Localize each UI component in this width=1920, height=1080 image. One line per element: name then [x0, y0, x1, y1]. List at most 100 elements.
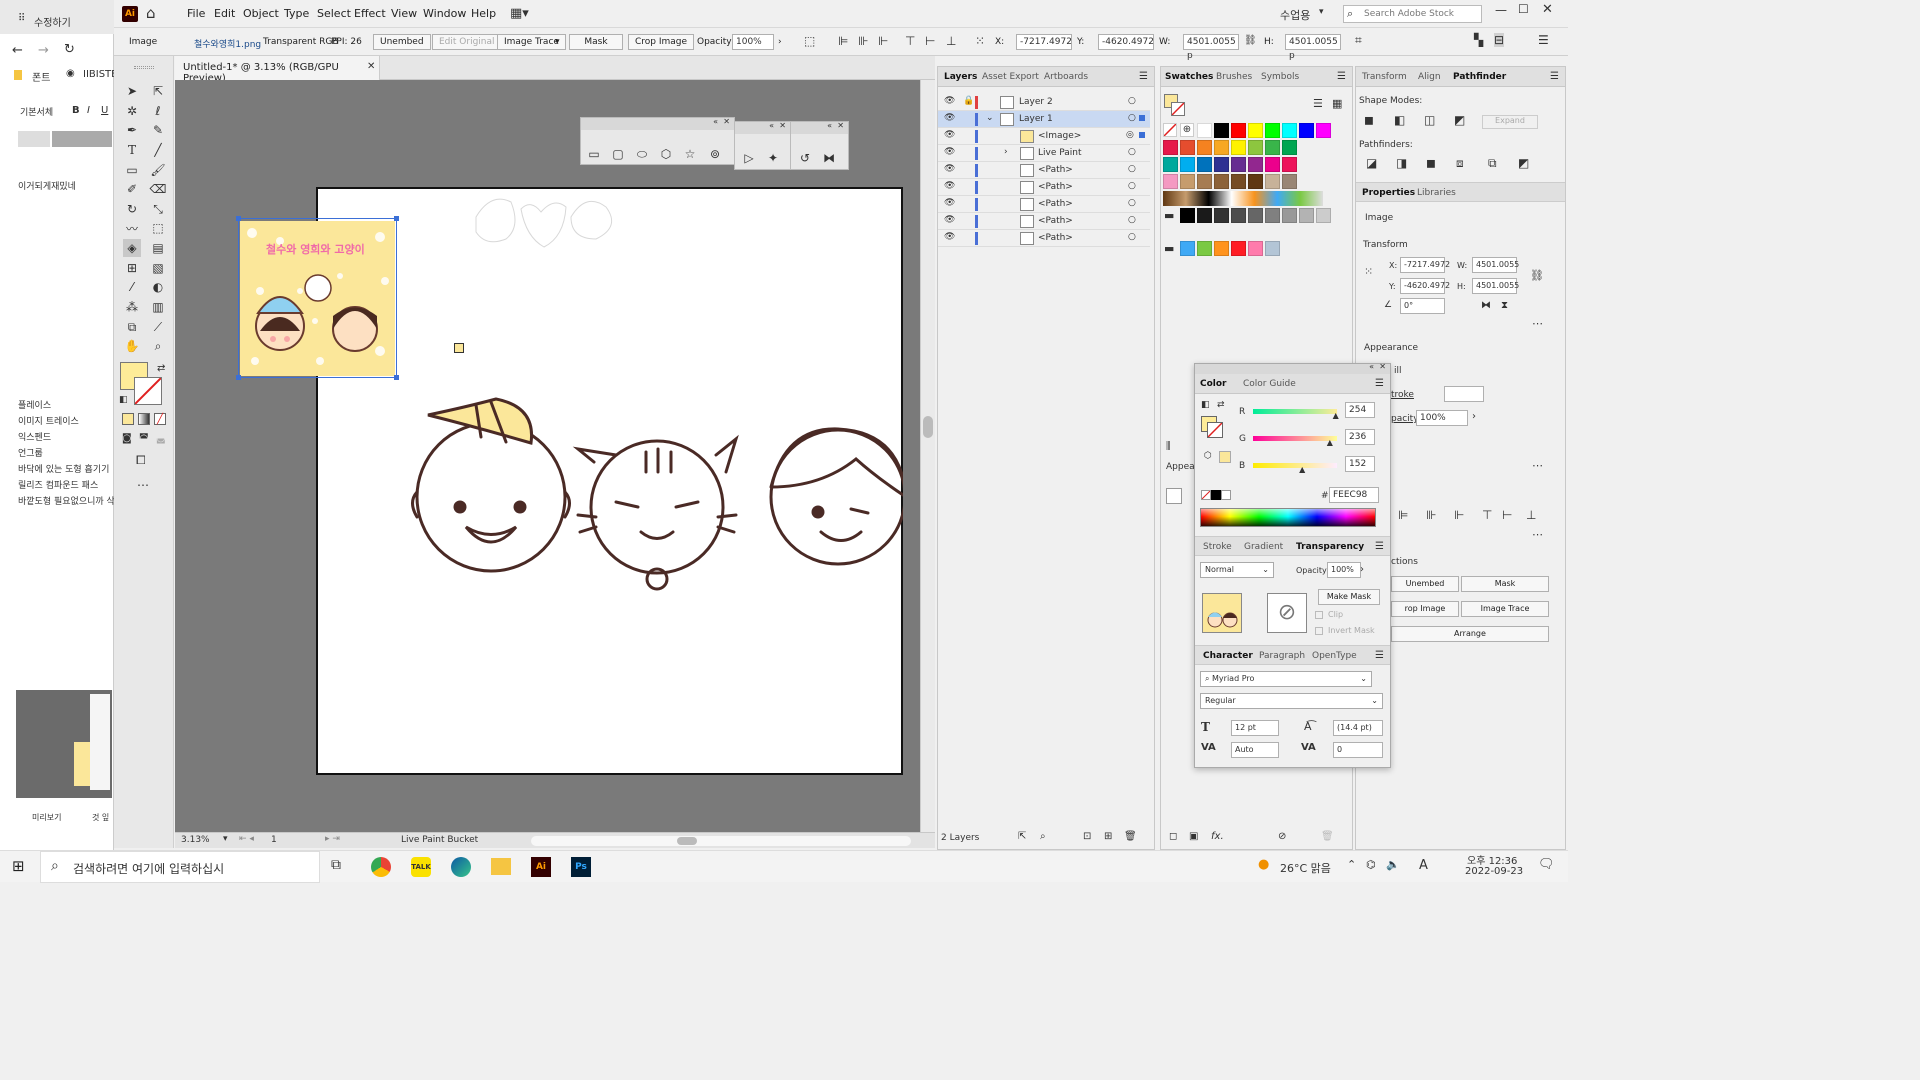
gradient-mode-icon[interactable] — [138, 413, 150, 425]
gray-swatch[interactable] — [1299, 208, 1314, 223]
shaper-tool-icon[interactable]: ✐ — [123, 180, 141, 198]
direct-selection-tool-icon[interactable]: ▷ — [740, 149, 758, 167]
more-options-icon[interactable]: ⋯ — [1532, 459, 1543, 472]
unembed-button[interactable]: Unembed — [1391, 576, 1459, 592]
link-proportions-icon[interactable]: ⛓ — [1244, 35, 1257, 46]
list-view-icon[interactable]: ☰ — [1313, 97, 1323, 110]
outline-icon[interactable]: ⧉ — [1488, 156, 1497, 171]
swatch-none[interactable] — [1163, 123, 1177, 137]
line-tool-icon[interactable]: ╱ — [149, 141, 167, 159]
color-swatch[interactable] — [1180, 241, 1195, 256]
align-center-icon[interactable]: ⊪ — [1426, 508, 1436, 522]
hex-field[interactable]: FEEC98 — [1329, 487, 1379, 503]
color-swatch[interactable] — [1214, 241, 1229, 256]
link-proportions-icon[interactable]: ⛓ — [1530, 269, 1544, 282]
color-swatch[interactable] — [1265, 140, 1280, 155]
color-swatch[interactable] — [1163, 140, 1178, 155]
layer-row[interactable]: 👁 ⌄ Layer 1 ○ — [938, 111, 1150, 128]
blend-tool-icon[interactable]: ◐ — [149, 278, 167, 296]
menu-help[interactable]: Help — [471, 7, 496, 20]
color-swatch[interactable] — [1248, 241, 1263, 256]
gray-swatch[interactable] — [1214, 208, 1229, 223]
invert-mask-checkbox[interactable] — [1315, 627, 1323, 635]
horizontal-scrollbar[interactable] — [531, 836, 911, 846]
arrange-icon[interactable]: ▚ — [1474, 33, 1483, 47]
home-icon[interactable]: ⌂ — [146, 4, 156, 22]
color-swatch[interactable] — [1265, 241, 1280, 256]
forward-icon[interactable]: → — [38, 43, 49, 58]
color-swatch[interactable] — [1197, 241, 1212, 256]
clipping-mask-icon[interactable]: ⊡ — [1083, 831, 1091, 842]
flip-vertical-icon[interactable]: ⧗ — [1501, 300, 1508, 311]
align-middle-icon[interactable]: ⊢ — [1502, 508, 1512, 522]
red-field[interactable]: 254 — [1345, 402, 1375, 418]
tab-align[interactable]: Align — [1418, 72, 1441, 82]
kakaotalk-icon[interactable]: TALK — [411, 857, 431, 877]
color-swatch[interactable] — [1214, 174, 1229, 189]
tab-libraries[interactable]: Libraries — [1417, 188, 1456, 198]
rotate-tool-icon[interactable]: ↻ — [123, 200, 141, 218]
input-language[interactable]: A — [1419, 858, 1428, 873]
rectangle-tool-icon[interactable]: ▭ — [585, 145, 603, 163]
close-window-button[interactable]: ✕ — [1542, 2, 1553, 17]
page-nav-next-icons[interactable]: ▸ ⇥ — [325, 834, 340, 844]
color-swatch[interactable] — [1231, 157, 1246, 172]
line-art[interactable] — [316, 187, 903, 775]
eraser-icon[interactable]: ⌫ — [149, 180, 167, 198]
menu-object[interactable]: Object — [243, 7, 279, 20]
gray-swatch[interactable] — [1282, 208, 1297, 223]
arrange-button[interactable]: Arrange — [1391, 626, 1549, 642]
color-swatch[interactable] — [1231, 123, 1246, 138]
screen-mode-icon[interactable]: ⧠ — [136, 453, 146, 468]
stock-search[interactable]: ⌕ Search Adobe Stock — [1343, 5, 1482, 23]
tab-opentype[interactable]: OpenType — [1312, 651, 1357, 661]
align-bottom-icon[interactable]: ⊥ — [1526, 508, 1536, 522]
menu-window[interactable]: Window — [423, 7, 466, 20]
italic-button[interactable]: I — [87, 105, 90, 116]
color-swatch[interactable] — [1282, 123, 1297, 138]
chevron-down-icon[interactable]: ▾ — [1319, 7, 1324, 17]
reflect-tool-icon[interactable]: ⧓ — [820, 149, 838, 167]
draw-inside-icon[interactable]: ◛ — [156, 433, 166, 444]
artboard-tool-icon[interactable]: ⧉ — [123, 318, 141, 336]
font-select[interactable]: 기본서체 — [20, 105, 53, 118]
photoshop-taskbar-icon[interactable]: Ps — [571, 857, 591, 877]
scroll-thumb[interactable] — [923, 416, 933, 438]
layer-row[interactable]: 👁 <Path> ○ — [938, 196, 1150, 213]
unite-icon[interactable]: ◼ — [1364, 113, 1374, 127]
app-menu-icon[interactable]: ⠿ — [18, 13, 25, 24]
tab-character[interactable]: Character — [1203, 651, 1253, 661]
image-trace-button[interactable]: Image Trace — [1461, 601, 1549, 617]
menu-select[interactable]: Select — [317, 7, 351, 20]
polygon-tool-icon[interactable]: ⬡ — [657, 145, 675, 163]
color-swatch[interactable] — [1265, 123, 1280, 138]
align-bottom-icon[interactable]: ⊥ — [946, 34, 956, 48]
page-number[interactable]: 1 — [271, 835, 277, 845]
tab-pathfinder[interactable]: Pathfinder — [1453, 72, 1506, 82]
minimize-button[interactable]: — — [1495, 3, 1507, 17]
new-sublayer-icon[interactable]: ⊞ — [1104, 831, 1112, 842]
swatch-options-icon[interactable]: ▣ — [1189, 831, 1198, 842]
folder-icon[interactable]: ▬ — [1164, 242, 1174, 255]
gray-swatch[interactable] — [1316, 208, 1331, 223]
align-left-icon[interactable]: ⊫ — [838, 34, 848, 48]
perspective-grid-icon[interactable]: ▤ — [149, 239, 167, 257]
magic-wand-icon[interactable]: ✲ — [123, 102, 141, 120]
crop-image-button[interactable]: Crop Image — [628, 34, 695, 50]
eyedropper-icon[interactable]: ⁄ — [123, 278, 141, 296]
trim-icon[interactable]: ◨ — [1396, 156, 1407, 170]
green-slider-track[interactable]: ▲ — [1253, 436, 1337, 447]
workspace-switcher[interactable]: 수업용 — [1280, 7, 1310, 23]
kerning-field[interactable]: Auto — [1231, 742, 1279, 758]
leading-field[interactable]: (14.4 pt) — [1333, 720, 1383, 736]
pen-tool-icon[interactable]: ✒ — [123, 121, 141, 139]
color-swatch[interactable] — [1231, 241, 1246, 256]
color-swatch[interactable] — [1248, 157, 1263, 172]
star-tool-icon[interactable]: ☆ — [681, 145, 699, 163]
gray-swatch[interactable] — [1180, 208, 1195, 223]
reference-point-icon[interactable]: ⁙ — [1364, 265, 1373, 278]
gray-swatch[interactable] — [1231, 208, 1246, 223]
menu-effect[interactable]: Effect — [354, 7, 386, 20]
zoom-tool-icon[interactable]: ⌕ — [149, 337, 167, 355]
browser-tab[interactable]: 수정하기 — [34, 14, 71, 29]
